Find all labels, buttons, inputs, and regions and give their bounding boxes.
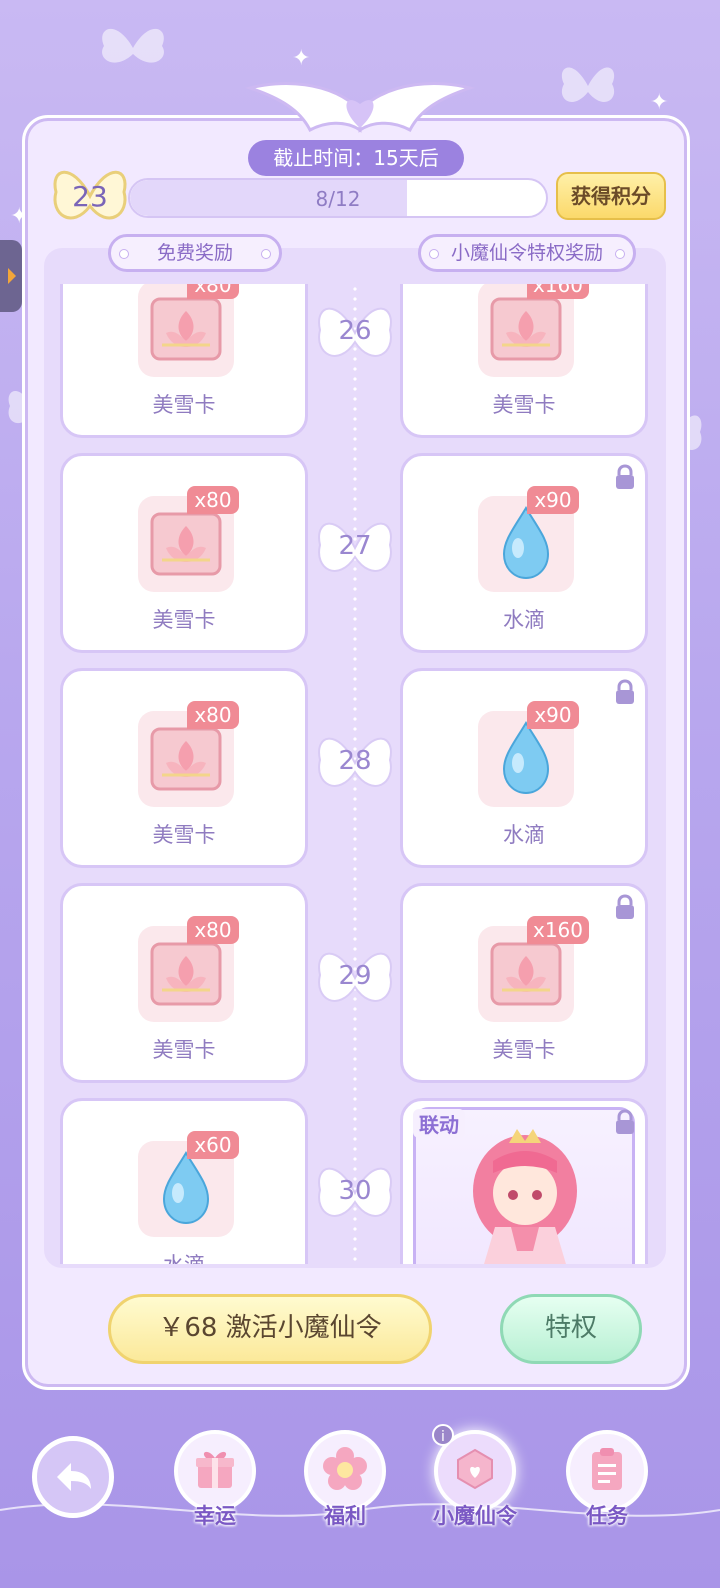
lock-icon	[613, 1109, 637, 1135]
lock-icon	[613, 894, 637, 920]
free-reward-card[interactable]: x60 水滴	[60, 1098, 308, 1264]
premium-reward-card[interactable]: x90 水滴	[400, 668, 648, 868]
character-outfit-icon	[425, 1121, 625, 1264]
item-name: 水滴	[503, 608, 545, 632]
item-name: 水滴	[63, 1249, 305, 1264]
premium-reward-card[interactable]: 联动	[400, 1098, 648, 1264]
sparkle-icon: ✦	[650, 90, 669, 115]
reward-row: x80 美雪卡 27 x90 水滴	[44, 453, 666, 653]
activate-pass-button[interactable]: ￥68 激活小魔仙令	[108, 1294, 432, 1364]
nav-welfare[interactable]: 福利	[302, 1430, 388, 1530]
wings-crest-icon	[244, 81, 476, 133]
reward-track-list[interactable]: x80 美雪卡 26 x160 美雪卡 x80 美雪卡 27 x90 水滴 x80 美雪卡 28 x90 水…	[44, 284, 666, 1264]
premium-reward-card[interactable]: x90 水滴	[400, 453, 648, 653]
level-progress-bar: 8/12	[128, 178, 548, 218]
quantity-badge: x80	[187, 701, 239, 729]
butterfly-decoration-icon	[561, 67, 615, 102]
deadline-label: 截止时间：15天后	[248, 140, 464, 176]
get-points-button[interactable]: 获得积分	[556, 172, 666, 220]
free-rewards-header: 免费奖励	[108, 234, 282, 272]
flower-icon	[320, 1444, 370, 1494]
item-name: 美雪卡	[152, 823, 216, 847]
item-name: 美雪卡	[492, 393, 556, 417]
quantity-badge: x80	[187, 284, 239, 299]
nav-label: 小魔仙令	[433, 1504, 517, 1528]
item-name: 美雪卡	[492, 1038, 556, 1062]
reward-row: x60 水滴 30 联动	[44, 1098, 666, 1264]
gift-icon	[190, 1444, 240, 1494]
level-number: 26	[338, 316, 372, 346]
butterfly-decoration-icon	[102, 28, 164, 63]
quantity-badge: x160	[527, 916, 590, 944]
info-icon[interactable]: i	[432, 1424, 454, 1446]
current-level: 23	[72, 180, 108, 213]
reward-row: x80 美雪卡 26 x160 美雪卡	[44, 284, 666, 438]
item-name: 美雪卡	[152, 393, 216, 417]
back-arrow-icon	[57, 1463, 91, 1491]
item-name: 水滴	[503, 823, 545, 847]
reward-row: x80 美雪卡 29 x160 美雪卡	[44, 883, 666, 1083]
level-number: 29	[338, 961, 372, 991]
premium-rewards-header: 小魔仙令特权奖励	[418, 234, 636, 272]
nav-tasks[interactable]: 任务	[564, 1430, 650, 1530]
nav-battle-pass[interactable]: i 小魔仙令	[432, 1424, 518, 1530]
quantity-badge: x160	[527, 284, 590, 299]
clipboard-icon	[582, 1444, 632, 1494]
quantity-badge: x90	[527, 486, 579, 514]
back-button[interactable]	[32, 1436, 114, 1518]
privilege-button[interactable]: 特权	[500, 1294, 642, 1364]
quantity-badge: x80	[187, 486, 239, 514]
sparkle-icon: ✦	[292, 46, 311, 71]
progress-text: 8/12	[315, 187, 361, 211]
item-name: 美雪卡	[152, 608, 216, 632]
magic-badge-icon	[450, 1444, 500, 1494]
level-number: 30	[338, 1176, 372, 1206]
nav-lucky[interactable]: 幸运	[172, 1430, 258, 1530]
lock-icon	[613, 464, 637, 490]
quantity-badge: x80	[187, 916, 239, 944]
premium-reward-card[interactable]: x160 美雪卡	[400, 883, 648, 1083]
side-drawer-tab[interactable]	[0, 240, 22, 312]
collab-tag: 联动	[413, 1109, 465, 1138]
nav-label: 福利	[324, 1504, 366, 1528]
level-number: 27	[338, 531, 372, 561]
premium-reward-card[interactable]: x160 美雪卡	[400, 284, 648, 438]
level-number: 28	[338, 746, 372, 776]
reward-row: x80 美雪卡 28 x90 水滴	[44, 668, 666, 868]
lock-icon	[613, 679, 637, 705]
free-reward-card[interactable]: x80 美雪卡	[60, 453, 308, 653]
free-reward-card[interactable]: x80 美雪卡	[60, 883, 308, 1083]
quantity-badge: x60	[187, 1131, 239, 1159]
nav-label: 幸运	[194, 1504, 236, 1528]
item-name: 美雪卡	[152, 1038, 216, 1062]
free-reward-card[interactable]: x80 美雪卡	[60, 284, 308, 438]
nav-label: 任务	[586, 1504, 628, 1528]
quantity-badge: x90	[527, 701, 579, 729]
free-reward-card[interactable]: x80 美雪卡	[60, 668, 308, 868]
